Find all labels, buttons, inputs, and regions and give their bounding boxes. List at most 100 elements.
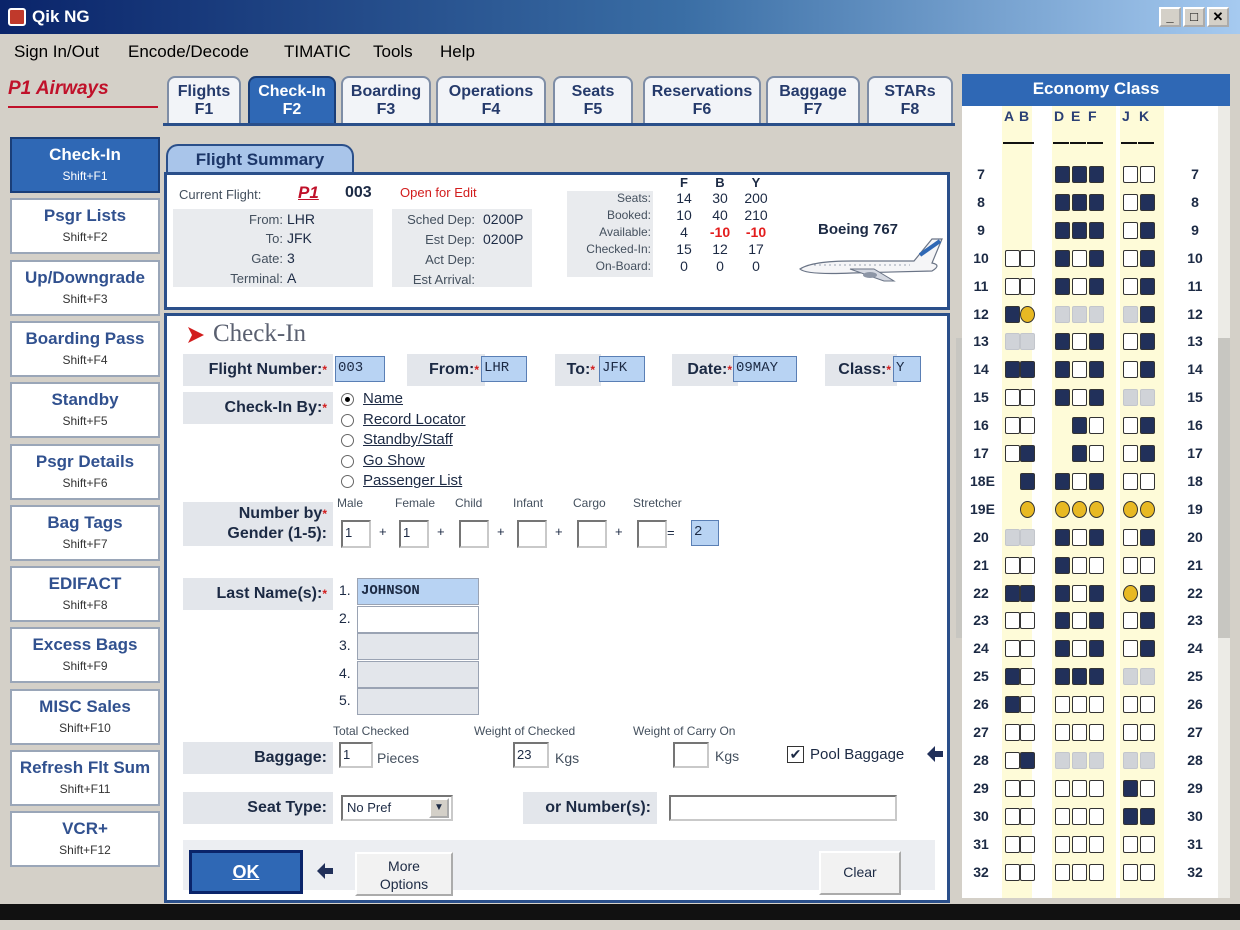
- seat-11B[interactable]: [1020, 277, 1035, 295]
- gender-input-infant[interactable]: [517, 520, 547, 548]
- seat-10A[interactable]: [1005, 249, 1020, 267]
- seat-10E[interactable]: [1072, 249, 1087, 267]
- seat-21A[interactable]: [1005, 556, 1020, 574]
- seat-17B[interactable]: [1020, 445, 1035, 462]
- seat-7E[interactable]: [1072, 166, 1087, 183]
- gender-input-cargo[interactable]: [577, 520, 607, 548]
- gender-input-stretcher[interactable]: [637, 520, 667, 548]
- seat-32F[interactable]: [1089, 863, 1104, 881]
- seat-10F[interactable]: [1089, 249, 1104, 267]
- tab-flights[interactable]: Flights F1: [167, 76, 241, 124]
- seat-9K[interactable]: [1140, 221, 1155, 239]
- seat-32K[interactable]: [1140, 863, 1155, 881]
- seat-30F[interactable]: [1089, 807, 1104, 825]
- seat-7D[interactable]: [1055, 166, 1070, 183]
- menu-tools[interactable]: Tools: [373, 42, 413, 62]
- ok-button[interactable]: OK: [189, 850, 303, 894]
- seat-31B[interactable]: [1020, 835, 1035, 853]
- seat-31F[interactable]: [1089, 835, 1104, 853]
- seat-20J[interactable]: [1123, 528, 1138, 546]
- seat-14F[interactable]: [1089, 361, 1104, 379]
- seat-18D[interactable]: [1055, 472, 1070, 490]
- menu-help[interactable]: Help: [440, 42, 475, 62]
- pool-baggage-checkbox[interactable]: ✔: [787, 746, 804, 763]
- seat-8J[interactable]: [1123, 193, 1138, 211]
- menu-timatic[interactable]: TIMATIC: [284, 42, 351, 62]
- seat-8E[interactable]: [1072, 193, 1087, 211]
- seat-26D[interactable]: [1055, 696, 1070, 714]
- from-input[interactable]: LHR: [481, 356, 527, 382]
- seat-11E[interactable]: [1072, 277, 1087, 295]
- seat-25B[interactable]: [1020, 668, 1035, 686]
- seat-23E[interactable]: [1072, 612, 1087, 630]
- seat-11A[interactable]: [1005, 277, 1020, 295]
- seat-7K[interactable]: [1140, 166, 1155, 183]
- seat-14J[interactable]: [1123, 361, 1138, 379]
- seat-27D[interactable]: [1055, 724, 1070, 741]
- seat-13K[interactable]: [1140, 333, 1155, 351]
- seat-15D[interactable]: [1055, 389, 1070, 407]
- seat-15A[interactable]: [1005, 389, 1020, 407]
- seat-16J[interactable]: [1123, 417, 1138, 435]
- seat-26K[interactable]: [1140, 696, 1155, 714]
- seat-8D[interactable]: [1055, 193, 1070, 211]
- leftnav-excess-bags[interactable]: Excess Bags Shift+F9: [10, 627, 160, 684]
- panel-splitter[interactable]: [956, 338, 962, 638]
- seat-10D[interactable]: [1055, 249, 1070, 267]
- scrollbar-thumb[interactable]: [1218, 338, 1230, 638]
- tab-stars[interactable]: STARs F8: [867, 76, 953, 124]
- seat-24A[interactable]: [1005, 640, 1020, 658]
- seat-14D[interactable]: [1055, 361, 1070, 379]
- seat-30K[interactable]: [1140, 807, 1155, 825]
- seat-22B[interactable]: [1020, 584, 1035, 602]
- seat-30B[interactable]: [1020, 807, 1035, 825]
- leftnav-check-in[interactable]: Check-In Shift+F1: [10, 137, 160, 193]
- seat-17E[interactable]: [1072, 445, 1087, 462]
- tab-operations[interactable]: Operations F4: [436, 76, 546, 124]
- seat-23K[interactable]: [1140, 612, 1155, 630]
- seat-29B[interactable]: [1020, 779, 1035, 797]
- seat-19B[interactable]: [1020, 500, 1035, 518]
- seat-26J[interactable]: [1123, 696, 1138, 714]
- seat-18B[interactable]: [1020, 472, 1035, 490]
- seat-25A[interactable]: [1005, 668, 1020, 686]
- clear-button[interactable]: Clear: [819, 851, 901, 895]
- seat-23F[interactable]: [1089, 612, 1104, 630]
- seat-16B[interactable]: [1020, 417, 1035, 435]
- seat-22K[interactable]: [1140, 584, 1155, 602]
- seat-32B[interactable]: [1020, 863, 1035, 881]
- class-input[interactable]: Y: [893, 356, 921, 382]
- seat-15E[interactable]: [1072, 389, 1087, 407]
- seat-24J[interactable]: [1123, 640, 1138, 658]
- seat-17F[interactable]: [1089, 445, 1104, 462]
- tab-check-in[interactable]: Check-In F2: [248, 76, 336, 124]
- seat-19K[interactable]: [1140, 500, 1155, 518]
- leftnav-standby[interactable]: Standby Shift+F5: [10, 382, 160, 439]
- tab-reservations[interactable]: Reservations F6: [643, 76, 761, 124]
- tab-baggage[interactable]: Baggage F7: [766, 76, 860, 124]
- seat-19D[interactable]: [1055, 500, 1070, 518]
- seat-23A[interactable]: [1005, 612, 1020, 630]
- seat-14A[interactable]: [1005, 361, 1020, 379]
- weight-checked-input[interactable]: 23: [513, 742, 549, 768]
- seat-24F[interactable]: [1089, 640, 1104, 658]
- last-name-input[interactable]: [357, 688, 479, 715]
- seat-22F[interactable]: [1089, 584, 1104, 602]
- seat-29K[interactable]: [1140, 779, 1155, 797]
- seat-31E[interactable]: [1072, 835, 1087, 853]
- seat-22D[interactable]: [1055, 584, 1070, 602]
- seat-27F[interactable]: [1089, 724, 1104, 741]
- seat-26E[interactable]: [1072, 696, 1087, 714]
- chevron-down-icon[interactable]: ▼: [429, 798, 449, 818]
- seat-31A[interactable]: [1005, 835, 1020, 853]
- seat-24B[interactable]: [1020, 640, 1035, 658]
- seat-10J[interactable]: [1123, 249, 1138, 267]
- seat-20F[interactable]: [1089, 528, 1104, 546]
- more-options-button[interactable]: More Options: [355, 852, 453, 896]
- seat-15F[interactable]: [1089, 389, 1104, 407]
- seat-20D[interactable]: [1055, 528, 1070, 546]
- seat-19F[interactable]: [1089, 500, 1104, 518]
- gender-input-male[interactable]: 1: [341, 520, 371, 548]
- seat-19J[interactable]: [1123, 500, 1138, 518]
- seat-26A[interactable]: [1005, 696, 1020, 714]
